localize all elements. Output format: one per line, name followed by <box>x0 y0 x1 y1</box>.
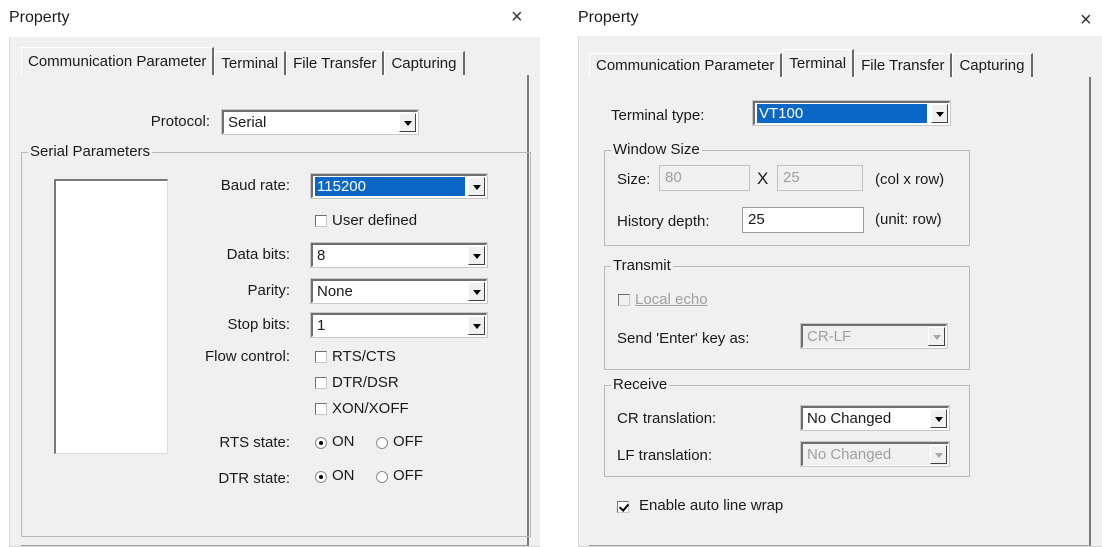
parity-select[interactable]: None <box>310 278 488 304</box>
tab-capturing[interactable]: Capturing <box>952 53 1033 77</box>
data-bits-select[interactable]: 8 <box>310 242 488 268</box>
tab-terminal[interactable]: Terminal <box>782 49 855 77</box>
size-unit-label: (col x row) <box>875 171 945 188</box>
baud-rate-label: Baud rate: <box>220 177 290 194</box>
rts-cts-label: RTS/CTS <box>332 348 396 365</box>
close-icon[interactable]: × <box>511 6 523 29</box>
cr-translation-label: CR translation: <box>617 410 717 427</box>
cr-translation-select[interactable]: No Changed <box>800 405 950 431</box>
cols-field[interactable]: 80 <box>659 165 750 191</box>
lf-translation-value: No Changed <box>807 446 892 463</box>
lf-translation-select[interactable]: No Changed <box>800 441 950 467</box>
tab-communication-parameter[interactable]: Communication Parameter <box>21 47 215 75</box>
chevron-down-icon[interactable] <box>468 177 485 196</box>
rts-cts-checkbox[interactable] <box>315 351 327 363</box>
rts-state-label: RTS state: <box>219 434 290 451</box>
rts-off-label: OFF <box>393 433 423 450</box>
dtr-dsr-label: DTR/DSR <box>332 374 399 391</box>
group-title: Transmit <box>611 257 673 274</box>
xon-xoff-checkbox[interactable] <box>315 403 327 415</box>
protocol-label: Protocol: <box>150 113 210 130</box>
lf-translation-label: LF translation: <box>617 447 713 464</box>
chevron-down-icon[interactable] <box>468 282 485 301</box>
parity-label: Parity: <box>247 282 290 299</box>
history-depth-label: History depth: <box>617 213 710 230</box>
data-bits-label: Data bits: <box>226 246 290 263</box>
parity-value: None <box>317 283 353 300</box>
group-title: Serial Parameters <box>28 143 153 160</box>
auto-line-wrap-checkbox[interactable] <box>617 501 629 513</box>
dialog-title: Property <box>9 9 70 26</box>
tab-file-transfer[interactable]: File Transfer <box>286 51 385 75</box>
data-bits-value: 8 <box>317 247 326 264</box>
rows-field[interactable]: 25 <box>777 165 863 191</box>
rts-on-radio[interactable] <box>315 437 327 449</box>
send-enter-value: CR-LF <box>807 328 852 345</box>
size-label: Size: <box>617 171 651 188</box>
property-dialog-communication: Property × Communication Parameter Termi… <box>0 0 540 547</box>
chevron-down-icon[interactable] <box>468 246 485 265</box>
transmit-group: Transmit <box>604 257 970 370</box>
dialog-title: Property <box>578 9 639 26</box>
local-echo-label: Local echo <box>635 291 708 308</box>
dtr-state-label: DTR state: <box>218 470 290 487</box>
send-enter-label: Send 'Enter' key as: <box>617 330 750 347</box>
flow-control-label: Flow control: <box>204 348 290 365</box>
port-list[interactable] <box>54 179 168 454</box>
tab-strip: Communication Parameter Terminal File Tr… <box>589 49 1033 77</box>
user-defined-checkbox[interactable] <box>315 215 327 227</box>
history-depth-field[interactable]: 25 <box>742 207 864 233</box>
group-title: Receive <box>611 376 670 393</box>
tab-communication-parameter[interactable]: Communication Parameter <box>589 53 783 77</box>
baud-rate-value: 115200 <box>315 177 465 196</box>
tab-file-transfer[interactable]: File Transfer <box>854 53 953 77</box>
size-x-label: X <box>757 169 769 188</box>
dtr-off-radio[interactable] <box>376 471 388 483</box>
close-icon[interactable]: × <box>1080 9 1092 32</box>
property-dialog-terminal: Property × Communication Parameter Termi… <box>566 0 1102 547</box>
tab-capturing[interactable]: Capturing <box>384 51 465 75</box>
chevron-down-icon[interactable] <box>468 316 485 335</box>
chevron-down-icon[interactable] <box>930 409 947 428</box>
stop-bits-value: 1 <box>317 317 326 334</box>
tab-terminal[interactable]: Terminal <box>214 51 287 75</box>
auto-line-wrap-label: Enable auto line wrap <box>639 497 784 514</box>
user-defined-label: User defined <box>332 212 418 229</box>
chevron-down-icon[interactable] <box>399 113 416 132</box>
tab-strip: Communication Parameter Terminal File Tr… <box>21 47 465 75</box>
group-title: Window Size <box>611 141 702 158</box>
local-echo-checkbox[interactable] <box>618 294 630 306</box>
xon-xoff-label: XON/XOFF <box>332 400 409 417</box>
history-unit-label: (unit: row) <box>875 211 942 228</box>
cr-translation-value: No Changed <box>807 410 892 427</box>
protocol-select[interactable]: Serial <box>221 109 419 135</box>
chevron-down-icon[interactable] <box>930 445 947 464</box>
dtr-on-radio[interactable] <box>315 471 327 483</box>
dtr-on-label: ON <box>332 467 355 484</box>
terminal-type-value: VT100 <box>757 104 927 123</box>
terminal-type-label: Terminal type: <box>611 107 705 124</box>
chevron-down-icon[interactable] <box>928 327 945 346</box>
rts-off-radio[interactable] <box>376 437 388 449</box>
rts-on-label: ON <box>332 433 355 450</box>
baud-rate-select[interactable]: 115200 <box>310 173 488 199</box>
dialog-body: Communication Parameter Terminal File Tr… <box>9 37 540 547</box>
chevron-down-icon[interactable] <box>931 104 948 123</box>
dialog-body: Communication Parameter Terminal File Tr… <box>578 36 1102 547</box>
stop-bits-select[interactable]: 1 <box>310 312 488 338</box>
dtr-off-label: OFF <box>393 467 423 484</box>
terminal-type-select[interactable]: VT100 <box>752 100 951 126</box>
dtr-dsr-checkbox[interactable] <box>315 377 327 389</box>
protocol-value: Serial <box>228 114 267 131</box>
stop-bits-label: Stop bits: <box>227 316 290 333</box>
send-enter-select[interactable]: CR-LF <box>800 323 948 349</box>
